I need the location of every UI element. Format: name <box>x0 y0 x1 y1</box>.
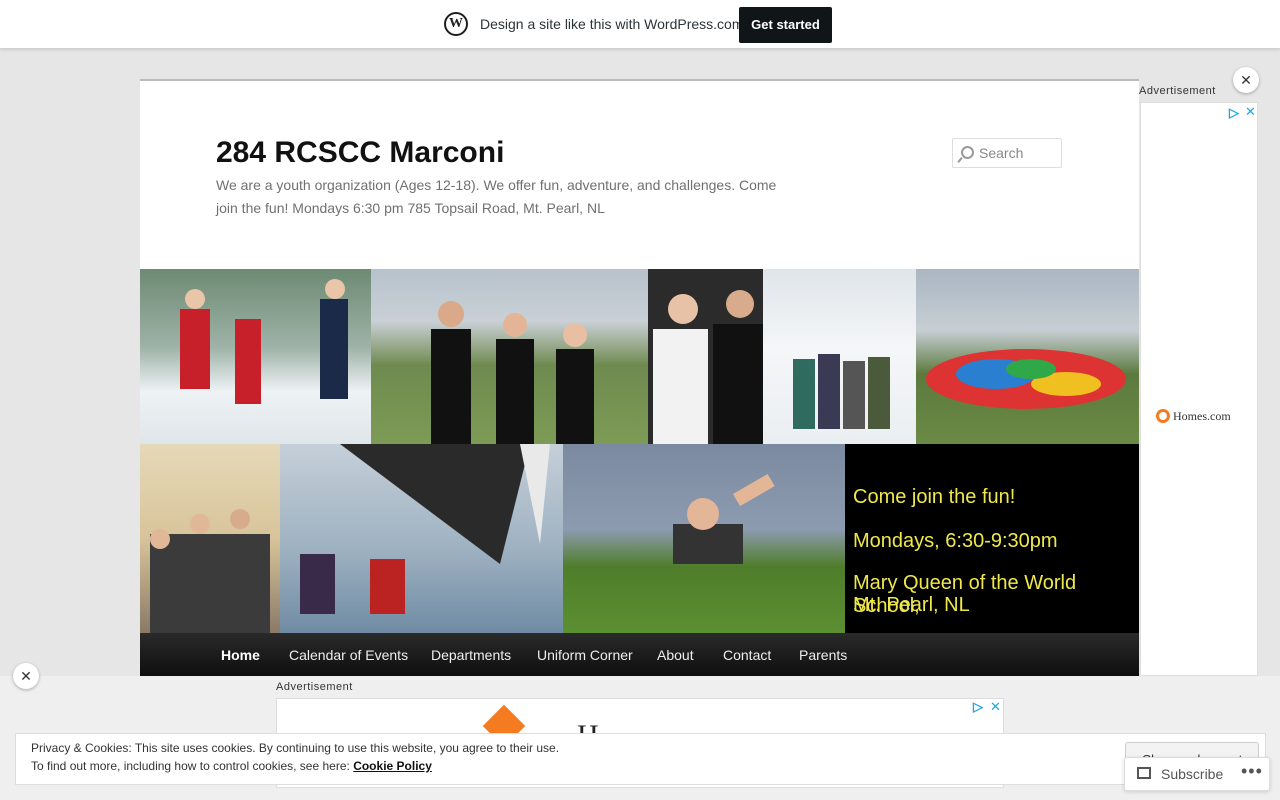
cookie-text-prefix: To find out more, including how to contr… <box>31 759 350 773</box>
ad-right[interactable]: ▷ ✕ Homes.com <box>1140 102 1258 676</box>
join-line-1: Come join the fun! <box>853 486 1016 508</box>
nav-about[interactable]: About <box>657 647 694 663</box>
photo-cabin-group <box>140 444 280 633</box>
nav-contact[interactable]: Contact <box>723 647 771 663</box>
ad-close-icon[interactable]: ✕ <box>1245 104 1256 120</box>
cookie-text-line2: To find out more, including how to contr… <box>31 759 432 773</box>
ad-label-right: Advertisement <box>1139 85 1216 97</box>
site-title[interactable]: 284 RCSCC Marconi <box>216 136 504 170</box>
site-page: 284 RCSCC Marconi We are a youth organiz… <box>140 79 1139 678</box>
search-icon <box>961 146 974 159</box>
site-description: We are a youth organization (Ages 12-18)… <box>216 177 777 216</box>
ad-label-bottom: Advertisement <box>276 681 353 693</box>
ad-bottom-close-icon[interactable]: ✕ <box>990 699 1001 715</box>
get-started-button[interactable]: Get started <box>739 7 832 43</box>
subscribe-button[interactable]: Subscribe <box>1161 766 1223 782</box>
photo-cadets-field <box>371 269 648 444</box>
ad-brand-homes: Homes.com <box>1156 409 1231 424</box>
search-input[interactable] <box>979 139 1059 167</box>
cookie-notice: Privacy & Cookies: This site uses cookie… <box>15 733 1266 785</box>
photo-sailing <box>280 444 563 633</box>
join-banner: Come join the fun! Mondays, 6:30-9:30pm … <box>845 444 1139 633</box>
search-box[interactable] <box>952 138 1062 168</box>
adchoices-icon[interactable]: ▷ <box>1229 105 1239 121</box>
more-options-icon[interactable]: ••• <box>1241 761 1263 782</box>
photo-band-uniform <box>648 269 763 444</box>
photo-skiing <box>140 269 371 444</box>
promo-text: Design a site like this with WordPress.c… <box>480 16 744 32</box>
join-line-4: Mt. Pearl, NL <box>853 594 970 616</box>
nav-parents[interactable]: Parents <box>799 647 847 663</box>
nav-uniform-corner[interactable]: Uniform Corner <box>537 647 633 663</box>
nav-home[interactable]: Home <box>221 647 260 663</box>
wordpress-logo-icon[interactable]: W <box>444 12 468 36</box>
close-ad-right-button[interactable]: ✕ <box>1233 67 1259 93</box>
cookie-policy-link[interactable]: Cookie Policy <box>353 759 432 773</box>
nav-departments[interactable]: Departments <box>431 647 511 663</box>
subscribe-widget: Subscribe ••• <box>1124 757 1270 791</box>
main-navigation: Home Calendar of Events Departments Unif… <box>140 633 1139 678</box>
close-ad-bottom-button[interactable]: ✕ <box>13 663 39 689</box>
reader-icon <box>1137 767 1151 779</box>
ad-brand-text: Homes.com <box>1173 409 1231 423</box>
header-image-collage[interactable]: Come join the fun! Mondays, 6:30-9:30pm … <box>140 269 1139 633</box>
photo-slip-slide <box>563 444 845 633</box>
photo-parachute-game <box>916 269 1139 444</box>
wordpress-promo-bar: W Design a site like this with WordPress… <box>0 0 1280 49</box>
adchoices-icon-bottom[interactable]: ▷ <box>973 699 983 715</box>
cookie-text-line1: Privacy & Cookies: This site uses cookie… <box>31 741 560 755</box>
nav-calendar-of-events[interactable]: Calendar of Events <box>289 647 408 663</box>
join-line-2: Mondays, 6:30-9:30pm <box>853 530 1058 552</box>
photo-snow-group <box>763 269 916 465</box>
homes-logo-icon <box>1156 409 1170 423</box>
